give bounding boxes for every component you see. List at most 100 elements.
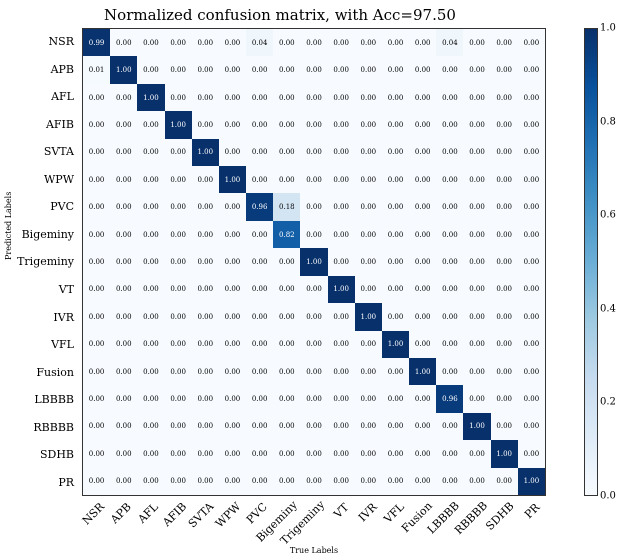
heatmap-cell: 0.82: [273, 221, 300, 248]
heatmap-cell: 0.00: [165, 440, 192, 467]
heatmap-cell: 0.00: [273, 413, 300, 440]
heatmap-cell: 0.00: [219, 468, 246, 495]
heatmap-cell: 0.00: [246, 468, 273, 495]
heatmap-cell: 0.00: [436, 56, 463, 83]
heatmap-cell: 0.00: [246, 276, 273, 303]
heatmap-cell: 0.00: [273, 56, 300, 83]
heatmap-cell: 0.00: [219, 413, 246, 440]
heatmap-cell: 0.00: [192, 56, 219, 83]
heatmap-cell: 0.00: [300, 221, 327, 248]
heatmap-cell: 0.00: [382, 29, 409, 56]
heatmap-cell: 0.00: [518, 166, 545, 193]
x-tick-label: NSR: [82, 498, 109, 544]
heatmap-cell: 0.00: [165, 303, 192, 330]
heatmap-cell: 0.00: [273, 84, 300, 111]
heatmap-cell: 0.00: [355, 440, 382, 467]
heatmap-cell: 0.00: [110, 358, 137, 385]
heatmap-cell: 0.00: [463, 248, 490, 275]
heatmap-cell: 0.00: [382, 276, 409, 303]
heatmap-cell: 0.00: [491, 468, 518, 495]
heatmap-cell: 0.00: [273, 29, 300, 56]
heatmap-cell: 0.00: [409, 440, 436, 467]
heatmap-cell: 0.00: [463, 56, 490, 83]
heatmap-cell: 0.00: [463, 166, 490, 193]
heatmap-cell: 0.00: [409, 248, 436, 275]
heatmap-cell: 0.00: [491, 358, 518, 385]
heatmap-cell: 0.00: [219, 303, 246, 330]
heatmap-cell: 0.00: [300, 29, 327, 56]
heatmap-cell: 0.00: [491, 303, 518, 330]
heatmap-cell: 0.00: [355, 221, 382, 248]
heatmap-cell: 0.00: [83, 221, 110, 248]
heatmap-cell: 0.00: [165, 56, 192, 83]
heatmap-cell: 0.00: [328, 385, 355, 412]
heatmap-cell: 0.00: [246, 413, 273, 440]
heatmap-cell: 0.00: [436, 303, 463, 330]
heatmap-cell: 0.00: [518, 413, 545, 440]
heatmap-cell: 0.00: [409, 221, 436, 248]
heatmap-cell: 0.00: [273, 111, 300, 138]
heatmap-cell: 0.00: [165, 193, 192, 220]
heatmap-cell: 0.00: [246, 221, 273, 248]
heatmap-cell: 0.00: [165, 331, 192, 358]
heatmap-cell: 0.00: [273, 166, 300, 193]
heatmap-cell: 0.00: [110, 468, 137, 495]
x-tick-labels: NSRAPBAFLAFIBSVTAWPWPVCBigeminyTrigeminy…: [82, 498, 546, 544]
heatmap-cell: 0.00: [436, 468, 463, 495]
heatmap-cell: 0.00: [273, 358, 300, 385]
x-tick-label: VT: [328, 498, 355, 544]
x-tick-label: SDHB: [491, 498, 518, 544]
heatmap-cell: 0.00: [355, 248, 382, 275]
heatmap-cell: 0.00: [382, 111, 409, 138]
heatmap-cell: 0.00: [355, 358, 382, 385]
heatmap-cell: 0.00: [246, 248, 273, 275]
y-tick-labels: NSRAPBAFLAFIBSVTAWPWPVCBigeminyTrigeminy…: [0, 28, 78, 496]
heatmap-cell: 0.00: [300, 166, 327, 193]
colorbar-tick: 0.4: [600, 303, 616, 314]
heatmap-cell: 0.00: [246, 84, 273, 111]
heatmap-cell: 0.00: [192, 248, 219, 275]
heatmap-cell: 0.00: [192, 358, 219, 385]
x-tick-label: PR: [519, 498, 546, 544]
heatmap-cell: 0.00: [300, 303, 327, 330]
heatmap-cell: 0.00: [355, 29, 382, 56]
heatmap-cell: 0.00: [83, 440, 110, 467]
heatmap-cell: 0.00: [300, 139, 327, 166]
colorbar-tick: 0.2: [600, 397, 616, 408]
heatmap-cell: 0.00: [463, 331, 490, 358]
heatmap-cell: 0.00: [137, 331, 164, 358]
heatmap-cell: 0.00: [518, 221, 545, 248]
y-tick-label: PVC: [0, 193, 78, 221]
heatmap-cell: 0.00: [463, 84, 490, 111]
heatmap-cell: 0.00: [273, 385, 300, 412]
heatmap-cell: 0.00: [518, 84, 545, 111]
heatmap-cell: 0.00: [192, 385, 219, 412]
heatmap-cell: 0.00: [83, 84, 110, 111]
heatmap-cell: 0.00: [273, 331, 300, 358]
heatmap-cell: 0.00: [137, 56, 164, 83]
heatmap-cell: 0.00: [518, 29, 545, 56]
heatmap-cell: 0.00: [110, 193, 137, 220]
y-tick-label: LBBBB: [0, 386, 78, 414]
heatmap-cell: 0.00: [463, 468, 490, 495]
heatmap-cell: 0.00: [219, 84, 246, 111]
heatmap-cell: 1.00: [463, 413, 490, 440]
heatmap-cell: 0.00: [192, 276, 219, 303]
heatmap-cell: 0.00: [382, 440, 409, 467]
heatmap-cell: 0.04: [436, 29, 463, 56]
heatmap-cell: 0.00: [246, 139, 273, 166]
heatmap-cell: 0.00: [518, 111, 545, 138]
x-axis-label: True Labels: [82, 546, 546, 555]
heatmap-cell: 0.00: [110, 139, 137, 166]
heatmap-cell: 0.00: [382, 358, 409, 385]
y-tick-label: SVTA: [0, 138, 78, 166]
heatmap-cell: 0.00: [436, 276, 463, 303]
heatmap-cell: 0.00: [137, 440, 164, 467]
heatmap-cell: 0.00: [300, 331, 327, 358]
heatmap-cell: 0.00: [355, 111, 382, 138]
heatmap-cell: 0.00: [137, 413, 164, 440]
heatmap-cell: 0.00: [165, 468, 192, 495]
heatmap-cell: 0.00: [300, 358, 327, 385]
colorbar-tick: 1.0: [600, 23, 616, 34]
heatmap-cell: 0.00: [409, 331, 436, 358]
